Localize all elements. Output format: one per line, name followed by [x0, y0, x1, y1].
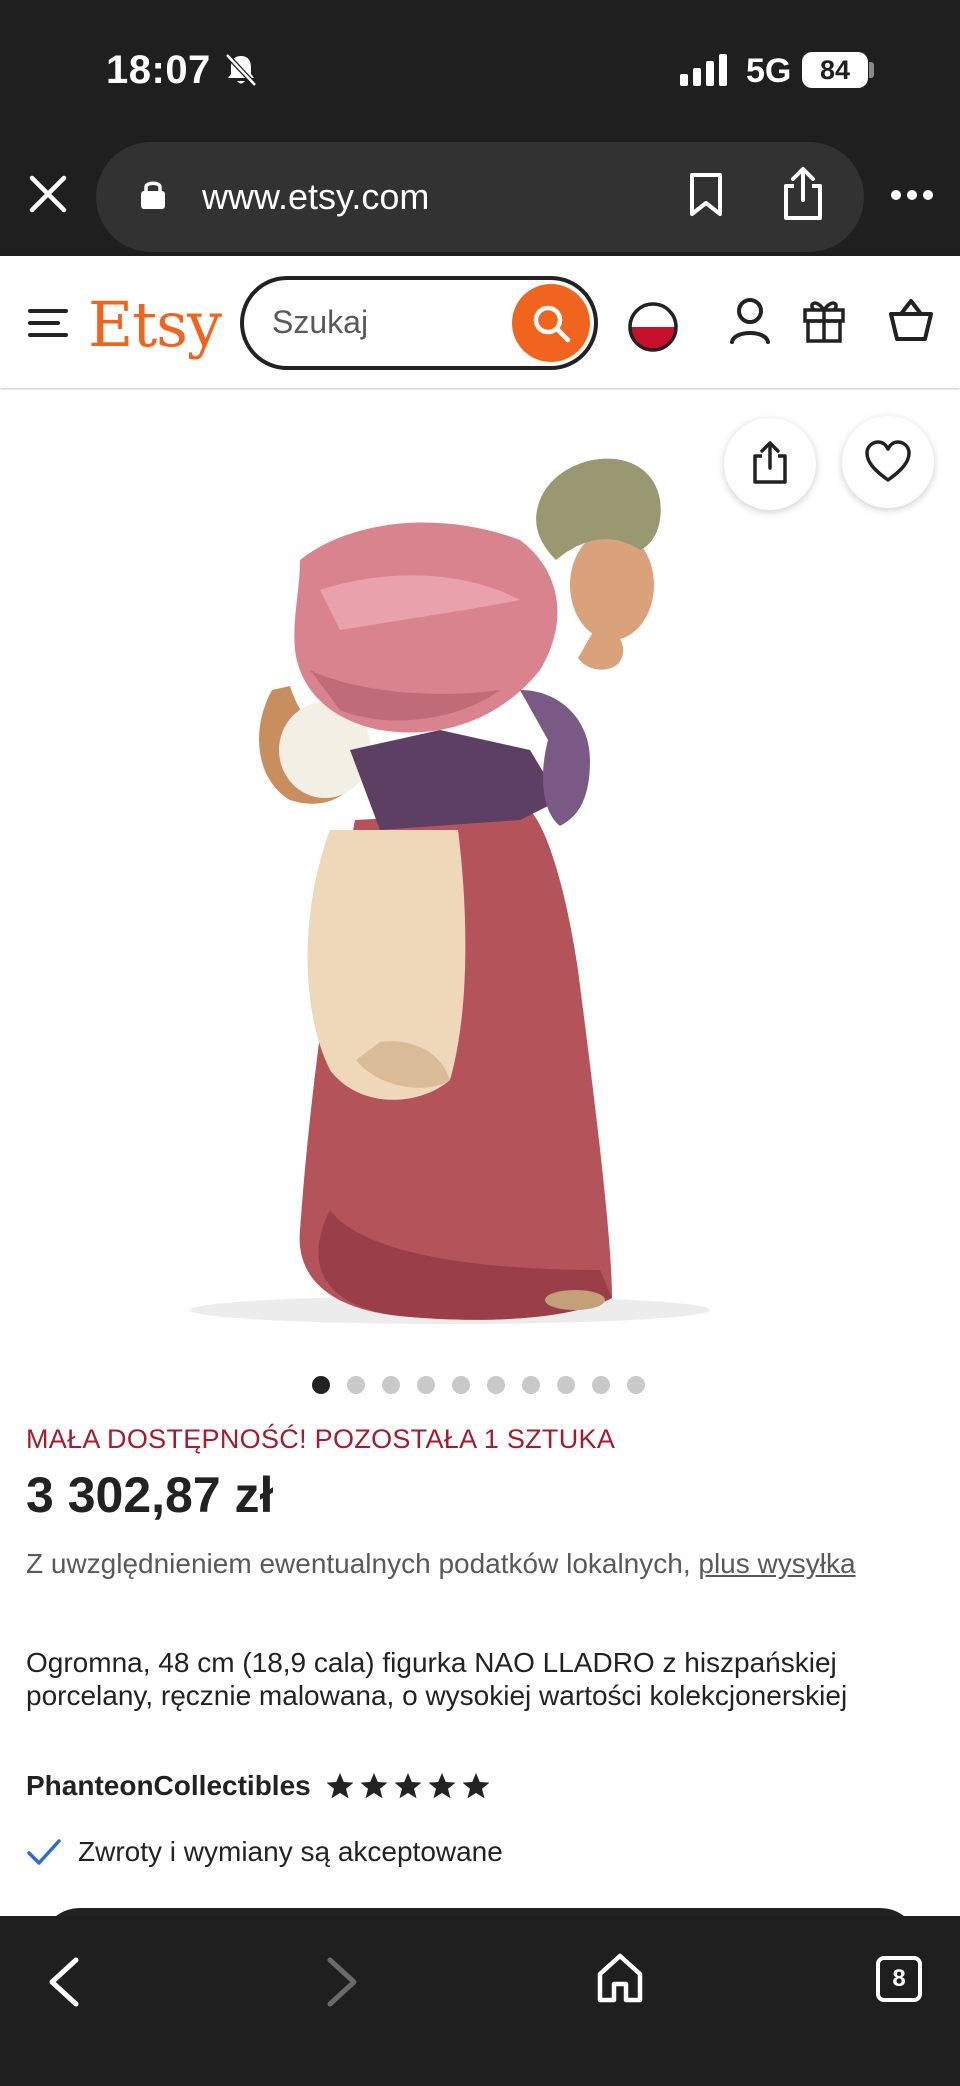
listing-title: Ogromna, 48 cm (18,9 cala) figurka NAO L…: [26, 1647, 848, 1711]
figurine-photo: [190, 458, 710, 1324]
gallery-dot[interactable]: [627, 1376, 645, 1394]
account-icon[interactable]: [728, 296, 772, 346]
star-icon: [462, 1773, 490, 1799]
shop-name[interactable]: PhanteonCollectibles: [26, 1770, 311, 1802]
star-icon: [394, 1773, 422, 1799]
share-icon[interactable]: [780, 166, 826, 222]
signal-icon: [680, 54, 727, 86]
gallery-dot[interactable]: [382, 1376, 400, 1394]
heart-icon: [865, 440, 911, 482]
home-icon[interactable]: [596, 1952, 644, 2004]
flag-icon[interactable]: [626, 300, 680, 354]
shop-row[interactable]: PhanteonCollectibles: [26, 1766, 491, 1806]
star-icon: [360, 1773, 388, 1799]
close-icon[interactable]: [26, 172, 70, 216]
price: 3 302,87 zł: [26, 1467, 274, 1523]
share-listing-button[interactable]: [724, 418, 816, 510]
returns-text: Zwroty i wymiany są akceptowane: [78, 1836, 503, 1867]
tabs-button[interactable]: 8: [876, 1956, 922, 2002]
browser-chrome: 18:07 5G 84 www.etsy.com: [0, 0, 960, 256]
check-icon: [27, 1839, 61, 1865]
tax-note: Z uwzględnieniem ewentualnych podatków l…: [26, 1544, 926, 1584]
star-icon: [326, 1773, 354, 1799]
lock-icon: [141, 181, 165, 209]
url-text[interactable]: www.etsy.com: [202, 176, 429, 218]
tax-note-text: Z uwzględnieniem ewentualnych podatków l…: [26, 1548, 691, 1579]
menu-icon[interactable]: [28, 308, 68, 338]
network-type: 5G: [746, 52, 792, 90]
search-button[interactable]: [512, 284, 590, 362]
gallery-dot[interactable]: [522, 1376, 540, 1394]
site-header: Etsy Szukaj: [0, 256, 960, 388]
back-icon[interactable]: [44, 1956, 84, 2008]
etsy-logo[interactable]: Etsy: [88, 288, 222, 361]
bell-off-icon: [225, 53, 257, 87]
battery-tip: [869, 62, 874, 78]
gallery-dot[interactable]: [347, 1376, 365, 1394]
gallery-dot[interactable]: [452, 1376, 470, 1394]
bookmark-icon[interactable]: [688, 172, 724, 218]
search-input[interactable]: Szukaj: [272, 304, 368, 341]
star-rating[interactable]: [325, 1771, 491, 1801]
gallery-dot[interactable]: [557, 1376, 575, 1394]
product-image[interactable]: [0, 390, 960, 1350]
share-icon: [753, 441, 787, 484]
favorite-button[interactable]: [842, 416, 934, 508]
gallery-dot[interactable]: [487, 1376, 505, 1394]
gallery-dot[interactable]: [312, 1376, 330, 1394]
cart-icon[interactable]: [888, 298, 934, 342]
gallery-dot[interactable]: [417, 1376, 435, 1394]
stock-warning: MAŁA DOSTĘPNOŚĆ! POZOSTAŁA 1 SZTUKA: [26, 1424, 616, 1454]
forward-icon[interactable]: [322, 1956, 362, 2008]
shipping-link[interactable]: plus wysyłka: [698, 1548, 855, 1579]
battery-level: 84: [802, 52, 868, 88]
returns-info: Zwroty i wymiany są akceptowane: [26, 1832, 503, 1872]
search-icon: [533, 305, 571, 343]
search-box[interactable]: Szukaj: [240, 276, 598, 370]
star-icon: [428, 1773, 456, 1799]
gallery-dot[interactable]: [592, 1376, 610, 1394]
gallery-pagination[interactable]: [312, 1376, 645, 1394]
browser-bottom-nav: 8: [0, 1916, 960, 2086]
status-time: 18:07: [106, 48, 211, 92]
more-icon[interactable]: [890, 188, 934, 202]
gift-icon[interactable]: [802, 296, 846, 344]
